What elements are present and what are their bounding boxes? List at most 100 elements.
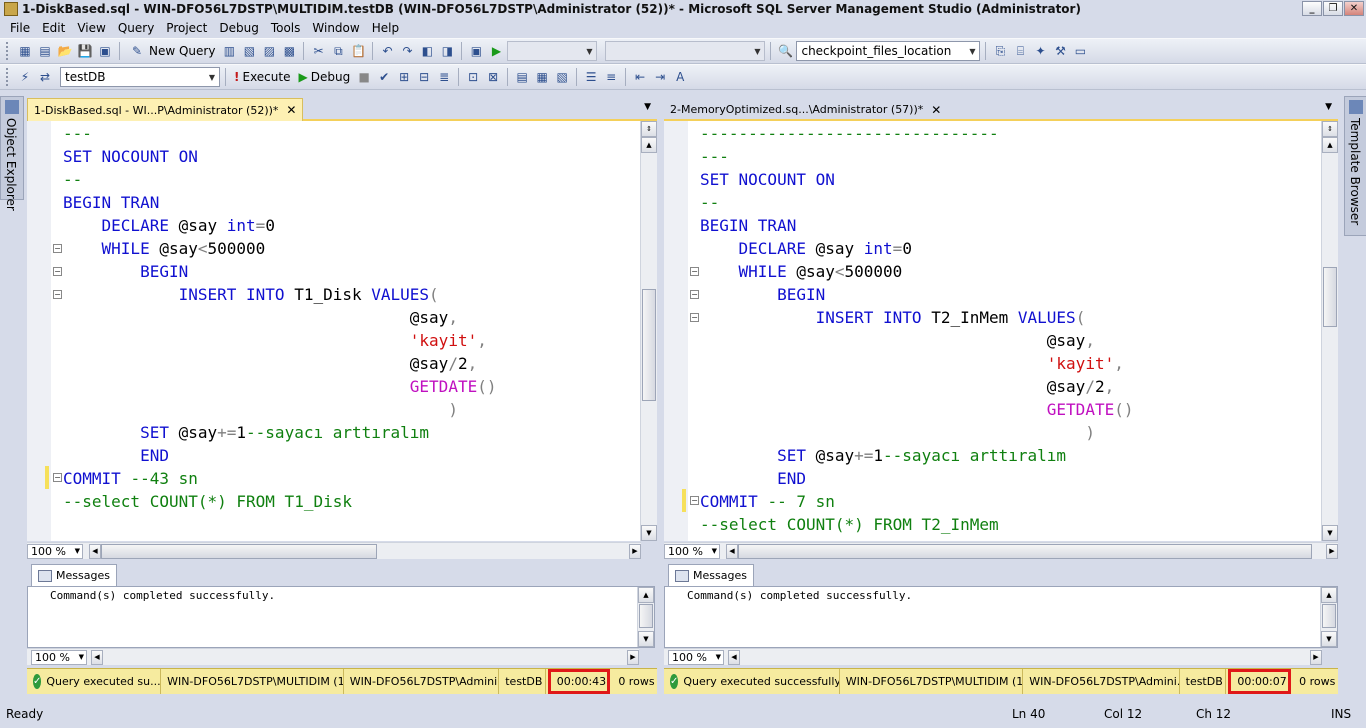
code-line[interactable]: BEGIN TRAN [63, 191, 496, 214]
include-actual-plan-icon[interactable]: ⊡ [464, 68, 482, 86]
code-line[interactable]: @say/2, [700, 375, 1133, 398]
zoom-dropdown[interactable]: 100 % ▼ [27, 543, 83, 559]
code-line[interactable]: DECLARE @say int=0 [63, 214, 496, 237]
scroll-thumb[interactable] [1322, 604, 1336, 628]
debug-button[interactable]: ▶ Debug [295, 70, 353, 84]
fold-toggle-icon[interactable]: − [690, 267, 699, 276]
menu-tools[interactable]: Tools [265, 21, 307, 35]
messages-panel[interactable]: Command(s) completed successfully. ▲ ▼ [664, 586, 1338, 648]
code-line[interactable]: BEGIN [700, 283, 1133, 306]
h-scroll-thumb[interactable] [101, 543, 377, 559]
new-query-button[interactable]: ✎ New Query [125, 42, 218, 60]
code-line[interactable]: -- [63, 168, 496, 191]
scroll-right-icon[interactable]: ▶ [1310, 649, 1322, 665]
scroll-up-icon[interactable]: ▲ [641, 137, 657, 153]
find-in-files-icon[interactable]: 🔍 [776, 42, 794, 60]
code-line[interactable]: COMMIT --43 sn [63, 467, 496, 490]
code-line[interactable]: @say, [700, 329, 1133, 352]
object-explorer-icon[interactable]: ⌸ [1011, 42, 1029, 60]
paste-icon[interactable]: 📋 [349, 42, 367, 60]
code-line[interactable]: WHILE @say<500000 [63, 237, 496, 260]
close-button[interactable]: ✕ [1344, 1, 1364, 16]
scroll-up-icon[interactable]: ▲ [1322, 137, 1338, 153]
toolbox-icon[interactable]: ⚒ [1051, 42, 1069, 60]
template-browser-sidebar[interactable]: Template Browser [1344, 96, 1366, 236]
scroll-down-icon[interactable]: ▼ [641, 525, 657, 541]
scroll-right-icon[interactable]: ▶ [629, 543, 641, 559]
menu-file[interactable]: File [4, 21, 36, 35]
code-line[interactable]: SET @say+=1--sayacı arttıralım [63, 421, 496, 444]
xmla-query-icon[interactable]: ▩ [280, 42, 298, 60]
execute-button[interactable]: ! Execute [231, 70, 293, 84]
h-scroll-thumb[interactable] [738, 543, 1312, 559]
tab-2-memoryoptimized[interactable]: 2-MemoryOptimized.sq...\Administrator (5… [664, 98, 947, 121]
scroll-right-icon[interactable]: ▶ [627, 649, 639, 665]
new-project-icon[interactable]: ▦ [16, 42, 34, 60]
debug-target-icon[interactable]: ▣ [467, 42, 485, 60]
code-line[interactable]: INSERT INTO T2_InMem VALUES( [700, 306, 1133, 329]
undo-icon[interactable]: ↶ [378, 42, 396, 60]
code-line[interactable]: GETDATE() [700, 398, 1134, 421]
code-line[interactable]: INSERT INTO T1_Disk VALUES( [63, 283, 496, 306]
decrease-indent-icon[interactable]: ⇤ [631, 68, 649, 86]
messages-tab[interactable]: Messages [31, 564, 117, 586]
cut-icon[interactable]: ✂ [309, 42, 327, 60]
client-statistics-icon[interactable]: ⊠ [484, 68, 502, 86]
increase-indent-icon[interactable]: ⇥ [651, 68, 669, 86]
code-line[interactable]: 'kayit', [700, 352, 1133, 375]
scroll-thumb[interactable] [1323, 267, 1337, 327]
code-line[interactable]: ) [63, 398, 496, 421]
analysis-query-icon[interactable]: ▧ [240, 42, 258, 60]
save-icon[interactable]: 💾 [76, 42, 94, 60]
menu-help[interactable]: Help [366, 21, 405, 35]
code-line[interactable]: --- [63, 122, 496, 145]
fold-toggle-icon[interactable]: − [690, 290, 699, 299]
results-to-file-icon[interactable]: ▧ [553, 68, 571, 86]
database-engine-query-icon[interactable]: ▥ [220, 42, 238, 60]
code-line[interactable]: --select COUNT(*) FROM T2_InMem [700, 513, 1133, 536]
redo-icon[interactable]: ↷ [398, 42, 416, 60]
tab-dropdown-icon[interactable]: ▼ [644, 102, 651, 112]
navigate-back-icon[interactable]: ◧ [418, 42, 436, 60]
specify-values-icon[interactable]: A [671, 68, 689, 86]
results-to-grid-icon[interactable]: ▦ [533, 68, 551, 86]
close-icon[interactable]: ✕ [931, 103, 941, 117]
code-line[interactable]: SET @say+=1--sayacı arttıralım [700, 444, 1133, 467]
messages-vertical-scrollbar[interactable]: ▲ ▼ [1320, 587, 1337, 647]
fold-toggle-icon[interactable]: − [53, 473, 62, 482]
code-line[interactable]: COMMIT -- 7 sn [700, 490, 1133, 513]
code-line[interactable]: SET NOCOUNT ON [63, 145, 496, 168]
close-icon[interactable]: ✕ [286, 103, 296, 117]
scroll-up-icon[interactable]: ▲ [1321, 587, 1337, 603]
connect-icon[interactable]: ⚡ [16, 68, 34, 86]
toolbar-grip[interactable] [6, 68, 10, 86]
scroll-right-icon[interactable]: ▶ [1326, 543, 1338, 559]
tab-dropdown-icon[interactable]: ▼ [1325, 102, 1332, 112]
copy-icon[interactable]: ⧉ [329, 42, 347, 60]
solution-platform-dropdown[interactable]: ▼ [605, 41, 766, 61]
code-line[interactable]: BEGIN [63, 260, 496, 283]
code-line[interactable]: -- [700, 191, 1133, 214]
code-text[interactable]: --- SET NOCOUNT ON -- BEGIN TRAN DECLARE @s… [63, 122, 496, 513]
menu-edit[interactable]: Edit [36, 21, 71, 35]
code-line[interactable]: 'kayit', [63, 329, 496, 352]
code-line[interactable]: --- [700, 145, 1133, 168]
minimize-button[interactable]: _ [1302, 1, 1322, 16]
query-designer-icon[interactable]: ⊟ [415, 68, 433, 86]
menu-query[interactable]: Query [112, 21, 160, 35]
solution-config-dropdown[interactable]: ▼ [507, 41, 598, 61]
results-to-text-icon[interactable]: ▤ [513, 68, 531, 86]
fold-toggle-icon[interactable]: − [690, 313, 699, 322]
code-line[interactable]: BEGIN TRAN [700, 214, 1133, 237]
scroll-thumb[interactable] [642, 289, 656, 401]
code-line[interactable]: --select COUNT(*) FROM T1_Disk [63, 490, 496, 513]
split-icon[interactable]: ⇕ [641, 121, 657, 137]
editor-vertical-scrollbar[interactable]: ⇕ ▲ ▼ [640, 121, 657, 541]
fold-toggle-icon[interactable]: − [53, 267, 62, 276]
cancel-query-icon[interactable]: ■ [355, 68, 373, 86]
open-file-icon[interactable]: 📂 [56, 42, 74, 60]
scroll-thumb[interactable] [639, 604, 653, 628]
registered-servers-icon[interactable]: ⎘ [991, 42, 1009, 60]
right-code-editor[interactable]: − − − − ------------------------------- -… [664, 121, 1338, 541]
fold-toggle-icon[interactable]: − [53, 290, 62, 299]
